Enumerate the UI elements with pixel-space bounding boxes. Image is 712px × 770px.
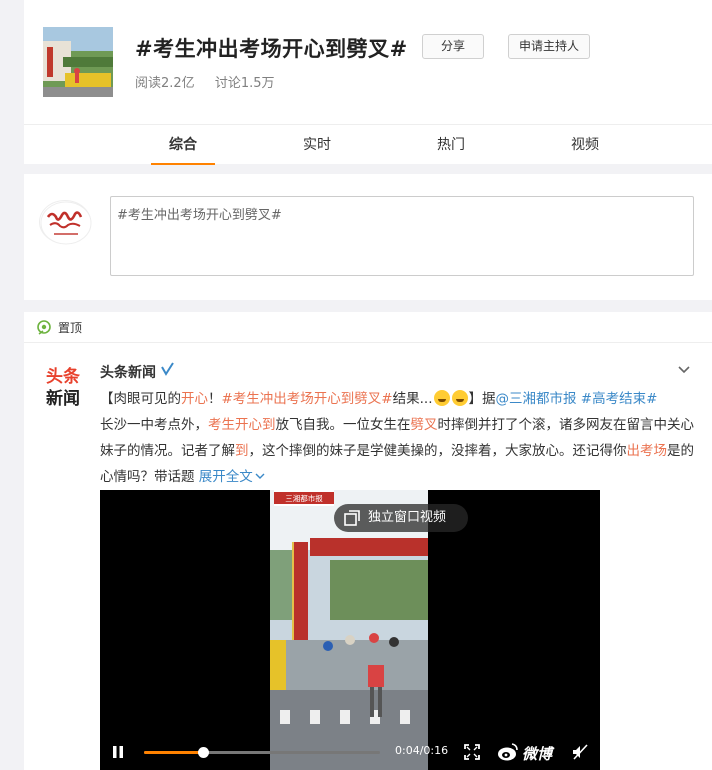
- text-highlight: 劈叉: [410, 417, 438, 433]
- feed-card: 置顶 头条 新闻 头条新闻 【肉眼可见的开心！#考生冲出考场开心到劈叉#结果..…: [24, 312, 712, 770]
- pin-icon: [37, 320, 51, 335]
- pause-icon[interactable]: [110, 744, 126, 760]
- video-frame: 三湘都市报: [270, 490, 428, 770]
- topic-thumbnail[interactable]: [43, 27, 113, 97]
- weibo-logo: 微博: [496, 740, 558, 764]
- text-segment: ！: [208, 391, 222, 407]
- pinned-bar: 置顶: [24, 312, 712, 343]
- author-logo-bottom: 新闻: [46, 388, 80, 409]
- expand-chevron-icon: [255, 473, 265, 479]
- expand-label: 展开全文: [198, 469, 253, 485]
- progress-handle[interactable]: [198, 747, 209, 758]
- text-segment: ，这个摔倒的妹子是学健美操的，没摔着，大家放心。还记得你: [248, 443, 627, 459]
- tab-image[interactable]: 图: [679, 125, 712, 165]
- mention-link[interactable]: @三湘都市报: [496, 391, 577, 407]
- text-segment: 【肉眼可见的: [100, 391, 181, 407]
- post-text: 【肉眼可见的开心！#考生冲出考场开心到劈叉#结果... 】据@三湘都市报 #高考结…: [100, 386, 700, 490]
- progress-bar[interactable]: [144, 747, 380, 758]
- page: #考生冲出考场开心到劈叉# 分享 申请主持人 阅读2.2亿 讨论1.5万 综合 …: [0, 0, 712, 770]
- video-time: 0:04/0:16: [395, 744, 449, 757]
- text-highlight: 到: [235, 443, 249, 459]
- weibo-eye-icon: [498, 743, 518, 761]
- read-count: 阅读2.2亿: [135, 76, 195, 91]
- float-window-label: 独立窗口视频: [368, 510, 447, 525]
- text-segment: 长沙一中考点外，: [100, 417, 208, 433]
- tab-realtime[interactable]: 实时: [277, 125, 357, 165]
- apply-host-button[interactable]: 申请主持人: [508, 34, 590, 59]
- pinned-label: 置顶: [58, 321, 83, 335]
- text-segment: 】据: [468, 391, 496, 407]
- post-composer: [24, 174, 712, 300]
- verified-icon: [161, 362, 174, 376]
- author-name[interactable]: 头条新闻: [100, 362, 156, 382]
- laugh-cry-emoji-icon: [433, 390, 450, 406]
- float-window-button[interactable]: 独立窗口视频: [334, 504, 468, 532]
- text-highlight: 开心: [181, 391, 208, 407]
- chevron-down-icon[interactable]: [676, 364, 692, 376]
- fullscreen-icon[interactable]: [464, 744, 480, 760]
- topic-tag-link[interactable]: #考生冲出考场开心到劈叉#: [222, 391, 393, 407]
- discussion-count: 讨论1.5万: [214, 76, 275, 91]
- tab-hot[interactable]: 热门: [411, 125, 491, 165]
- text-highlight: 考生开心到: [208, 417, 276, 433]
- tab-video[interactable]: 视频: [545, 125, 625, 165]
- user-avatar[interactable]: [39, 200, 92, 245]
- video-player[interactable]: 三湘都市报 独立窗口视频 0:04/0:16 微博: [100, 490, 600, 770]
- post-input[interactable]: [110, 196, 694, 276]
- video-controls: 0:04/0:16 微博: [100, 732, 600, 770]
- tab-bar: 综合 实时 热门 视频 图: [24, 124, 712, 165]
- expand-full-text-link[interactable]: 展开全文: [199, 469, 265, 485]
- author-avatar[interactable]: 头条 新闻: [42, 362, 90, 410]
- topic-stats: 阅读2.2亿 讨论1.5万: [135, 72, 291, 91]
- laugh-cry-emoji-icon: [451, 390, 468, 406]
- topic-title: #考生冲出考场开心到劈叉#: [135, 37, 408, 61]
- tab-general[interactable]: 综合: [143, 125, 223, 165]
- text-segment: 放飞自我。一位女生在: [275, 417, 411, 433]
- video-watermark: 三湘都市报: [285, 493, 323, 503]
- text-highlight: 出考场: [626, 443, 668, 459]
- progress-fill: [144, 751, 203, 754]
- topic-header: #考生冲出考场开心到劈叉# 分享 申请主持人 阅读2.2亿 讨论1.5万: [24, 0, 712, 124]
- mute-icon[interactable]: [572, 744, 588, 760]
- text-segment: 结果...: [392, 391, 433, 407]
- topic-tag-link[interactable]: #高考结束#: [581, 391, 658, 407]
- share-button[interactable]: 分享: [422, 34, 484, 59]
- weibo-brand: 微博: [522, 745, 553, 763]
- author-logo-top: 头条: [46, 366, 81, 387]
- picture-in-picture-icon: [344, 510, 360, 526]
